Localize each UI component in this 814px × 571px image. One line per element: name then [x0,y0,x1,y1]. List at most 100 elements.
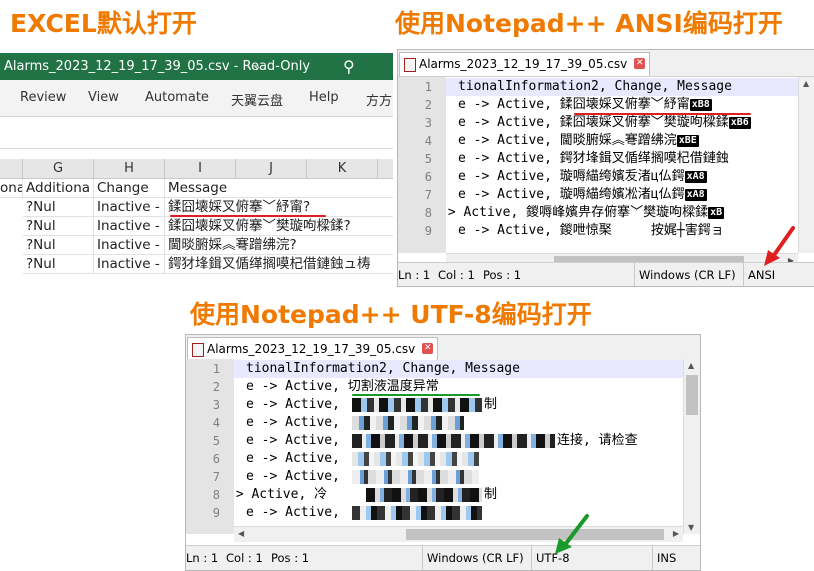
ansi-file-tab[interactable]: Alarms_2023_12_19_17_39_05.csv ✕ [399,52,651,76]
cell-a-2[interactable]: ?Nul [23,217,94,236]
utf8-line-text: e -> Active, [246,397,348,412]
excel-titlebar: Alarms_2023_12_19_17_39_05.csv - Read-On… [0,53,393,80]
ansi-line-gutter: 1 2 3 4 5 6 7 8 9 [398,77,446,253]
ansi-line-text: e -> Active, 鍒囧壊婇叉俯搴﹀紓甯 [458,97,690,112]
utf8-line-number: 4 [212,416,220,430]
utf8-line-number: 2 [212,380,220,394]
utf8-editor[interactable]: tionalInformation2, Change, Message e ->… [234,359,683,534]
control-char-badge: xBE [676,135,699,147]
cell-a-1[interactable]: ?Nul [23,198,94,217]
search-icon[interactable]: ⚲ [343,53,355,80]
cell-a-3[interactable]: ?Nul [23,236,94,255]
utf8-line: tionalInformation2, Change, Message [234,360,683,378]
title-excel: EXCEL默认打开 [10,9,197,38]
tab-help[interactable]: Help [309,90,339,105]
ansi-vertical-scrollbar[interactable]: ▲ [798,77,814,253]
utf8-line-gutter: 1 2 3 4 5 6 7 8 9 [186,359,234,534]
close-icon[interactable]: ✕ [634,58,646,69]
cell-message-4[interactable]: 鍔犲埄鍓叉偱缂搁嗼杞借鏈鉵ュ梼 [165,255,393,274]
control-char-badge: xB [708,207,725,219]
ansi-line: tionalInformation2, Change, Message [446,78,798,96]
ansi-tab-label: Alarms_2023_12_19_17_39_05.csv [419,57,628,71]
tab-automate[interactable]: Automate [145,90,209,105]
ansi-line: e -> Active, 鍐呭惊棸 按娓┼害鍔ョ [458,222,724,240]
column-header-i[interactable]: I [165,159,236,179]
column-header-j[interactable]: J [236,159,307,179]
cell-header-f[interactable]: ona [0,179,23,198]
column-header-f[interactable] [0,159,23,179]
column-header-k[interactable]: K [307,159,378,179]
scroll-up-icon[interactable]: ▲ [803,79,809,88]
ansi-status-pos: Pos : 1 [483,268,522,282]
ansi-line: e -> Active, 鍒囧壊婇叉俯搴﹀紓甯 xB8 [458,96,712,114]
cell-a-4[interactable]: ?Nul [23,255,94,274]
control-char-badge: xB8 [689,99,712,111]
utf8-green-underline [352,394,480,396]
utf8-horizontal-scrollbar[interactable]: ◀ ▶ [234,526,683,542]
ansi-line-number: 4 [424,134,432,148]
excel-formula-bar[interactable] [0,117,393,149]
scroll-up-icon[interactable]: ▲ [688,361,694,370]
chevron-down-icon[interactable]: ⌄ [253,53,261,80]
utf8-status-col: Col : 1 [226,551,263,565]
utf8-line-text: -> Active, 冷 [234,487,328,502]
ansi-line-number: 8 [424,206,432,220]
scroll-down-icon[interactable]: ▼ [688,523,694,532]
ansi-line-number: 9 [424,224,432,238]
cell-message-2[interactable]: 鍒囧壊婇叉俯搴﹀樊璇呴樑鍒? [165,217,393,236]
utf8-line: e -> Active, [246,414,348,432]
utf8-line-number: 5 [212,434,220,448]
utf8-line: e -> Active, [246,432,348,450]
ansi-line-text: e -> Active, 璇嗕緢绔嬪叐渚ц仏鍔 [458,169,685,184]
utf8-file-tab[interactable]: Alarms_2023_12_19_17_39_05.csv ✕ [187,337,439,361]
column-header-l[interactable] [378,159,393,179]
utf8-vertical-scrollbar[interactable]: ▲ ▼ [683,359,700,534]
cell-message-3[interactable]: 閫晱腑婇︽弿蹭绋浣? [165,236,393,255]
tab-view[interactable]: View [88,90,119,105]
tab-tianyi-cloud[interactable]: 天翼云盘 [231,90,283,109]
redaction-mosaic [352,416,464,430]
utf8-status-ins[interactable]: INS [652,546,700,570]
redaction-mosaic [352,398,482,412]
utf8-hscroll-thumb[interactable] [406,529,664,540]
cell-change-2[interactable]: Inactive - : [94,217,165,236]
utf8-tab-label: Alarms_2023_12_19_17_39_05.csv [207,342,416,356]
redaction-mosaic [352,470,479,484]
cell-header-change[interactable]: Change [94,179,165,198]
ansi-line-number: 3 [424,116,432,130]
cell-header-additional[interactable]: Additiona [23,179,94,198]
cell-header-message[interactable]: Message [165,179,393,198]
utf8-line-number: 1 [212,362,220,376]
ansi-status-ln: Ln : 1 [398,268,431,282]
ansi-editor[interactable]: tionalInformation2, Change, Message e ->… [446,77,798,253]
excel-red-underline [170,215,326,217]
ansi-line: e -> Active, 鍒囧壊婇叉俯搴﹀樊璇呴樑鍒 xB6 [458,114,751,132]
column-header-h[interactable]: H [94,159,165,179]
utf8-line-number: 9 [212,506,220,520]
scroll-right-icon[interactable]: ▶ [673,529,679,538]
utf8-line: -> Active, 冷 [234,486,327,504]
tab-review[interactable]: Review [20,90,66,105]
cell-change-1[interactable]: Inactive - : [94,198,165,217]
ansi-line-text: e -> Active, 鍐呭惊棸 按娓┼害鍔ョ [458,223,724,238]
cell-change-4[interactable]: Inactive - : [94,255,165,274]
close-icon[interactable]: ✕ [422,343,434,354]
cell-change-3[interactable]: Inactive - : [94,236,165,255]
utf8-line-tail: 制 [484,487,498,502]
column-header-g[interactable]: G [23,159,94,179]
utf8-line-number: 3 [212,398,220,412]
tab-fangfang[interactable]: 方方 [366,90,392,109]
utf8-line: e -> Active, [246,468,348,486]
scroll-left-icon[interactable]: ◀ [238,529,244,538]
utf8-line-number: 8 [212,488,220,502]
utf8-vscroll-thumb[interactable] [686,375,698,415]
ansi-status-eol[interactable]: Windows (CR LF) [634,263,745,286]
ansi-line-number: 5 [424,152,432,166]
ansi-line-text: e -> Active, 閫晱腑婇︽弿蹭绋浣 [458,133,677,148]
utf8-line: e -> Active, [246,504,348,522]
excel-window-title[interactable]: Alarms_2023_12_19_17_39_05.csv - Read-On… [4,53,310,80]
ansi-line: e -> Active, 璇嗕緢绔嬪凇渚ц仏鍔 xA8 [458,186,707,204]
utf8-status-eol[interactable]: Windows (CR LF) [422,546,533,570]
utf8-line: e -> Active, [246,450,348,468]
control-char-badge: xA8 [684,171,707,183]
